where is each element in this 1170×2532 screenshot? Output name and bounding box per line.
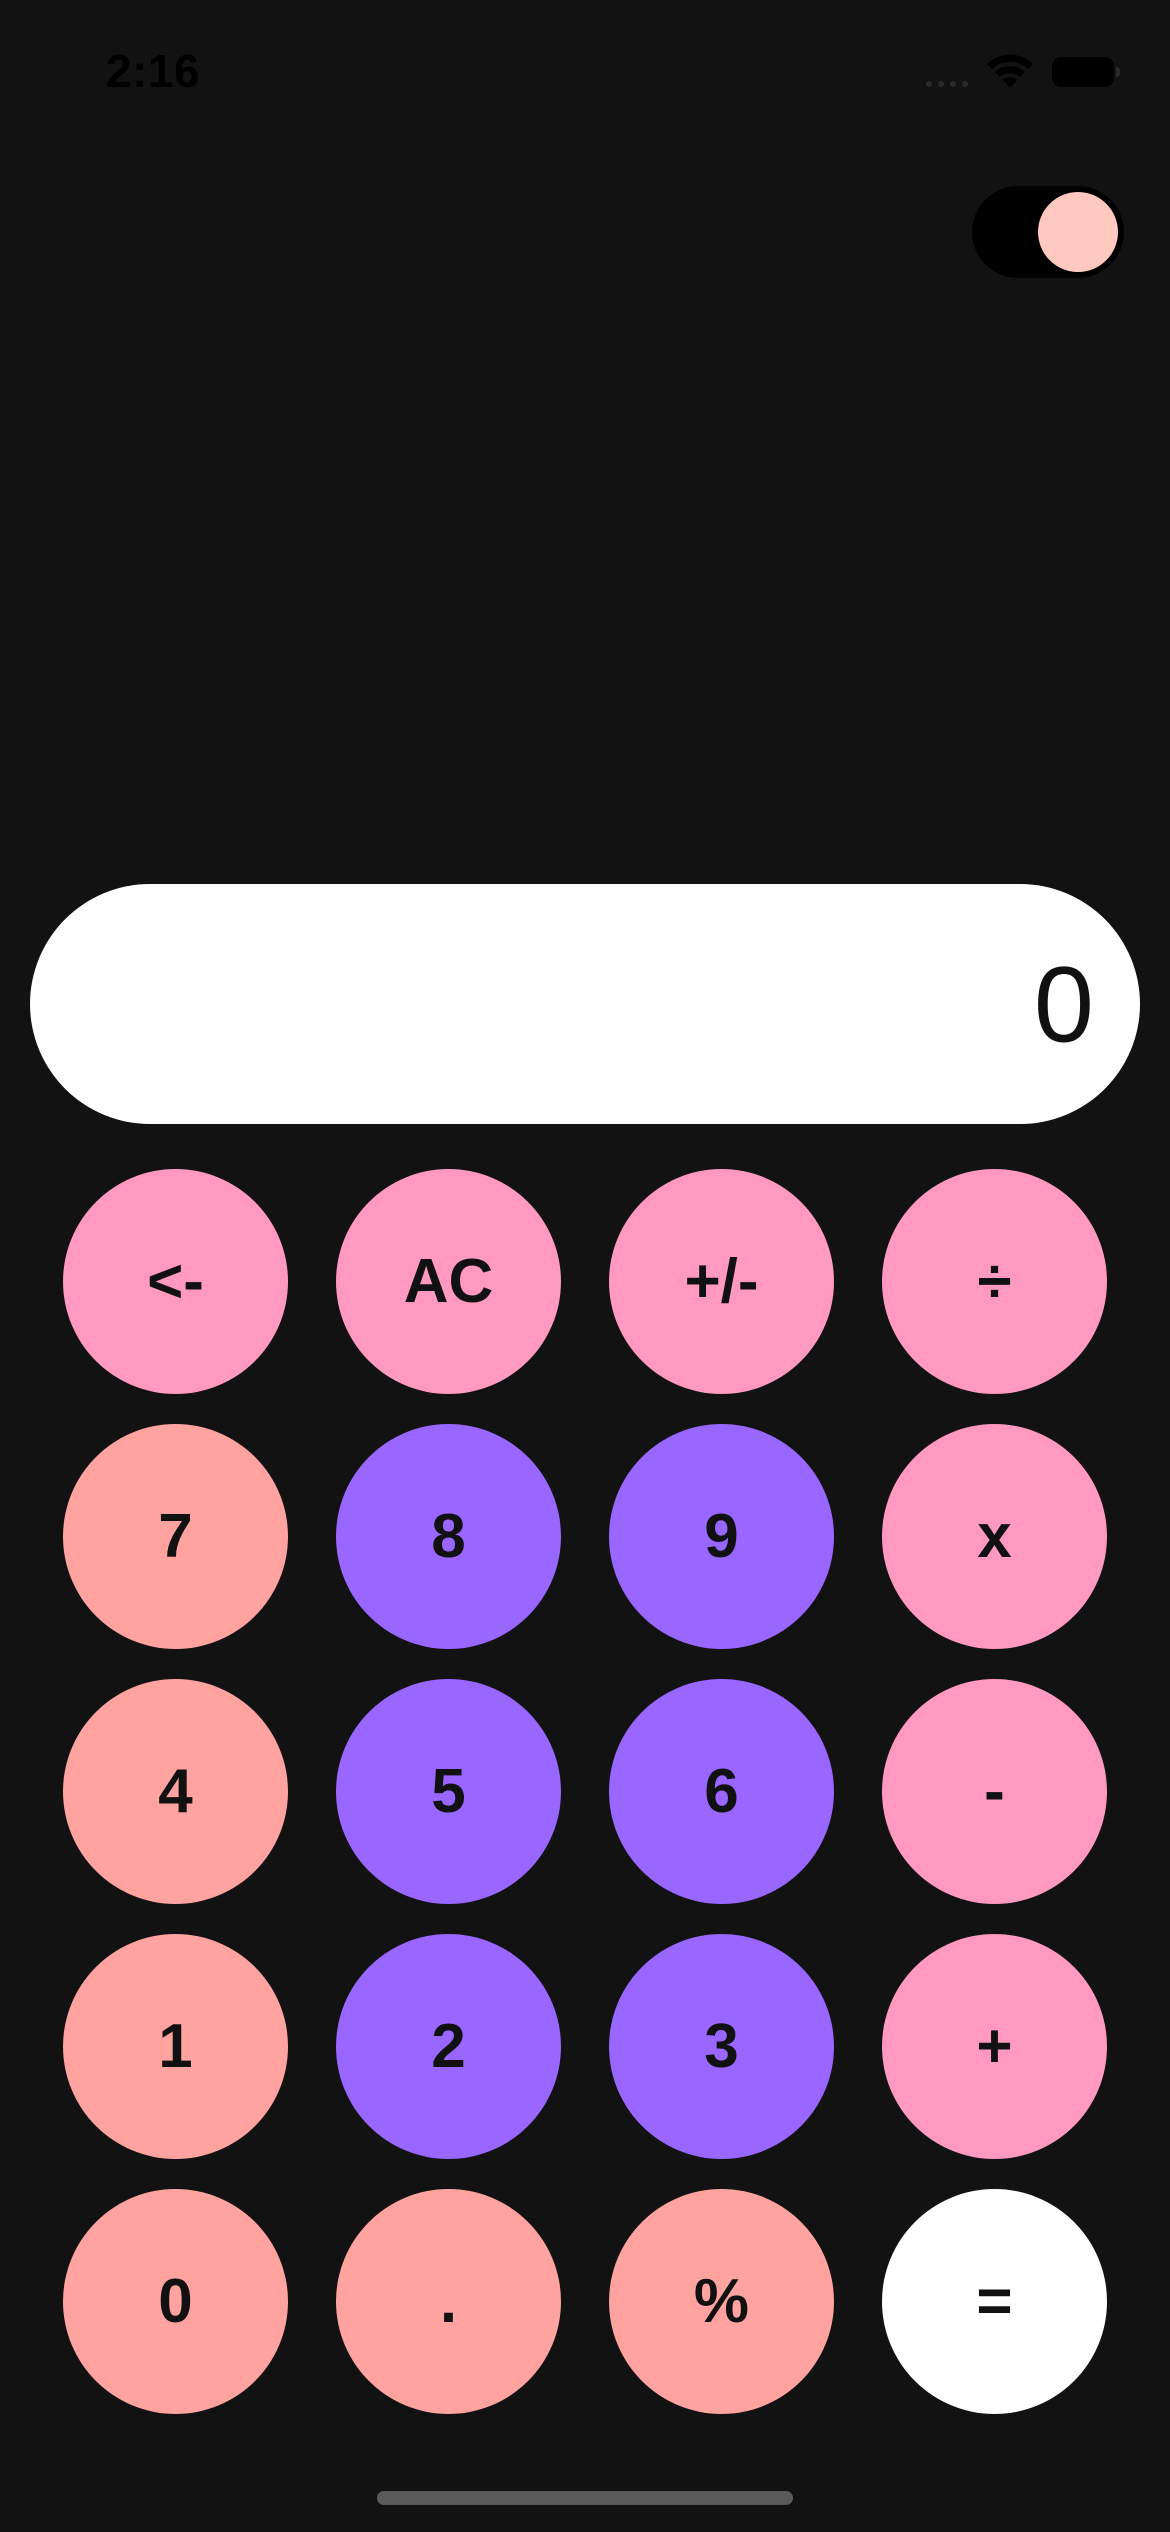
status-icons [926,52,1120,92]
key-label: 4 [158,1756,193,1826]
key-label: +/- [684,1246,759,1316]
key-label: 2 [431,2011,466,2081]
key-label: 6 [704,1756,739,1826]
home-indicator[interactable] [377,2491,793,2505]
digit-9-button[interactable]: 9 [609,1424,834,1649]
digit-5-button[interactable]: 5 [336,1679,561,1904]
key-label: 7 [158,1501,193,1571]
key-label: % [693,2266,750,2336]
add-button[interactable]: + [882,1934,1107,2159]
key-label: x [977,1501,1012,1571]
digit-0-button[interactable]: 0 [63,2189,288,2414]
percent-button[interactable]: % [609,2189,834,2414]
digit-7-button[interactable]: 7 [63,1424,288,1649]
key-label: 1 [158,2011,193,2081]
theme-toggle[interactable] [972,186,1124,278]
digit-4-button[interactable]: 4 [63,1679,288,1904]
digit-3-button[interactable]: 3 [609,1934,834,2159]
digit-2-button[interactable]: 2 [336,1934,561,2159]
key-label: <- [147,1246,204,1316]
clear-button[interactable]: AC [336,1169,561,1394]
calculator-display: 0 [30,884,1140,1124]
key-label: 3 [704,2011,739,2081]
display-value: 0 [1033,943,1094,1065]
status-time: 2:16 [106,45,201,97]
digit-6-button[interactable]: 6 [609,1679,834,1904]
sign-toggle-button[interactable]: +/- [609,1169,834,1394]
digit-8-button[interactable]: 8 [336,1424,561,1649]
key-label: + [976,2011,1013,2081]
key-label: 5 [431,1756,466,1826]
calculator-screen: 2:16 0 <- AC +/- ÷ 7 8 9 x 4 5 6 - 1 2 3 +0.% = [0,0,1170,2532]
key-label: . [439,2266,458,2336]
toggle-knob [1038,192,1118,272]
signal-icon [926,57,968,87]
key-label: AC [403,1246,494,1316]
divide-button[interactable]: ÷ [882,1169,1107,1394]
subtract-button[interactable]: - [882,1679,1107,1904]
battery-icon [1052,57,1120,87]
equals-button[interactable]: = [882,2189,1107,2414]
key-label: = [976,2266,1013,2336]
key-label: 0 [158,2266,193,2336]
key-label: - [984,1756,1005,1826]
key-label: 9 [704,1501,739,1571]
backspace-button[interactable]: <- [63,1169,288,1394]
keypad: <- AC +/- ÷ 7 8 9 x 4 5 6 - 1 2 3 +0.% = [63,1169,1107,2414]
multiply-button[interactable]: x [882,1424,1107,1649]
key-label: 8 [431,1501,466,1571]
key-label: ÷ [977,1246,1012,1316]
wifi-icon [987,54,1033,88]
decimal-button[interactable]: . [336,2189,561,2414]
digit-1-button[interactable]: 1 [63,1934,288,2159]
